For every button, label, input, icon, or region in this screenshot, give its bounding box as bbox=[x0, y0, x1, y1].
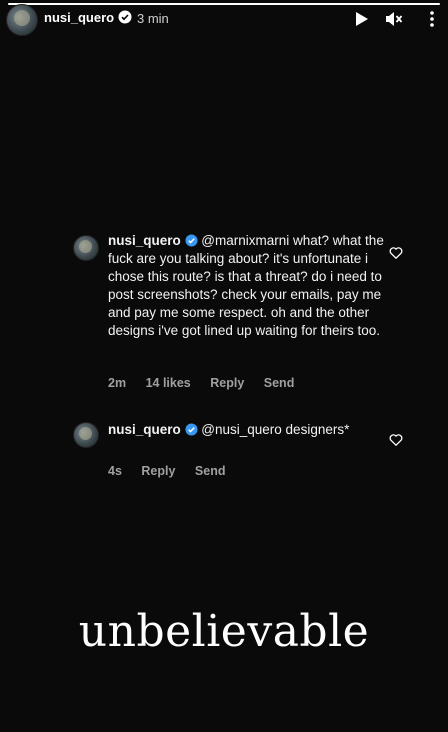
verified-badge-icon bbox=[118, 10, 132, 24]
comment-age: 4s bbox=[108, 464, 122, 478]
comment-username[interactable]: nusi_quero bbox=[108, 233, 181, 248]
profile-avatar[interactable] bbox=[6, 4, 38, 36]
like-heart-icon[interactable] bbox=[389, 246, 403, 260]
comment-text: @marnixmarni what? what the fuck are you… bbox=[108, 233, 384, 338]
comment-likes[interactable]: 14 likes bbox=[146, 376, 191, 390]
comment-age: 2m bbox=[108, 376, 127, 390]
play-icon[interactable] bbox=[351, 9, 371, 29]
header-username-row[interactable]: nusi_quero bbox=[44, 10, 132, 25]
story-canvas: nusi_quero 3 min nusi_quero @marnixmarni… bbox=[0, 0, 448, 732]
text-sticker: unbelievable bbox=[78, 606, 370, 657]
verified-badge-icon bbox=[184, 234, 198, 247]
send-button[interactable]: Send bbox=[264, 376, 295, 390]
comment-meta: 2m 14 likes Reply Send bbox=[108, 376, 310, 390]
story-header: nusi_quero 3 min bbox=[0, 0, 448, 40]
reply-button[interactable]: Reply bbox=[210, 376, 244, 390]
reply-button[interactable]: Reply bbox=[141, 464, 175, 478]
muted-speaker-icon[interactable] bbox=[384, 9, 404, 29]
post-time: 3 min bbox=[137, 11, 169, 26]
comment-username[interactable]: nusi_quero bbox=[108, 422, 181, 437]
like-heart-icon[interactable] bbox=[389, 433, 403, 447]
comment-text: @nusi_quero designers* bbox=[201, 422, 350, 437]
comment-body: nusi_quero @nusi_quero designers* bbox=[108, 421, 398, 439]
comment-avatar[interactable] bbox=[73, 422, 99, 448]
more-dots-icon[interactable] bbox=[422, 9, 442, 29]
send-button[interactable]: Send bbox=[195, 464, 226, 478]
comment-avatar[interactable] bbox=[73, 235, 99, 261]
verified-badge-icon bbox=[184, 423, 198, 436]
comment-body: nusi_quero @marnixmarni what? what the f… bbox=[108, 232, 398, 340]
header-username[interactable]: nusi_quero bbox=[44, 10, 114, 25]
comment-meta: 4s Reply Send bbox=[108, 464, 241, 478]
